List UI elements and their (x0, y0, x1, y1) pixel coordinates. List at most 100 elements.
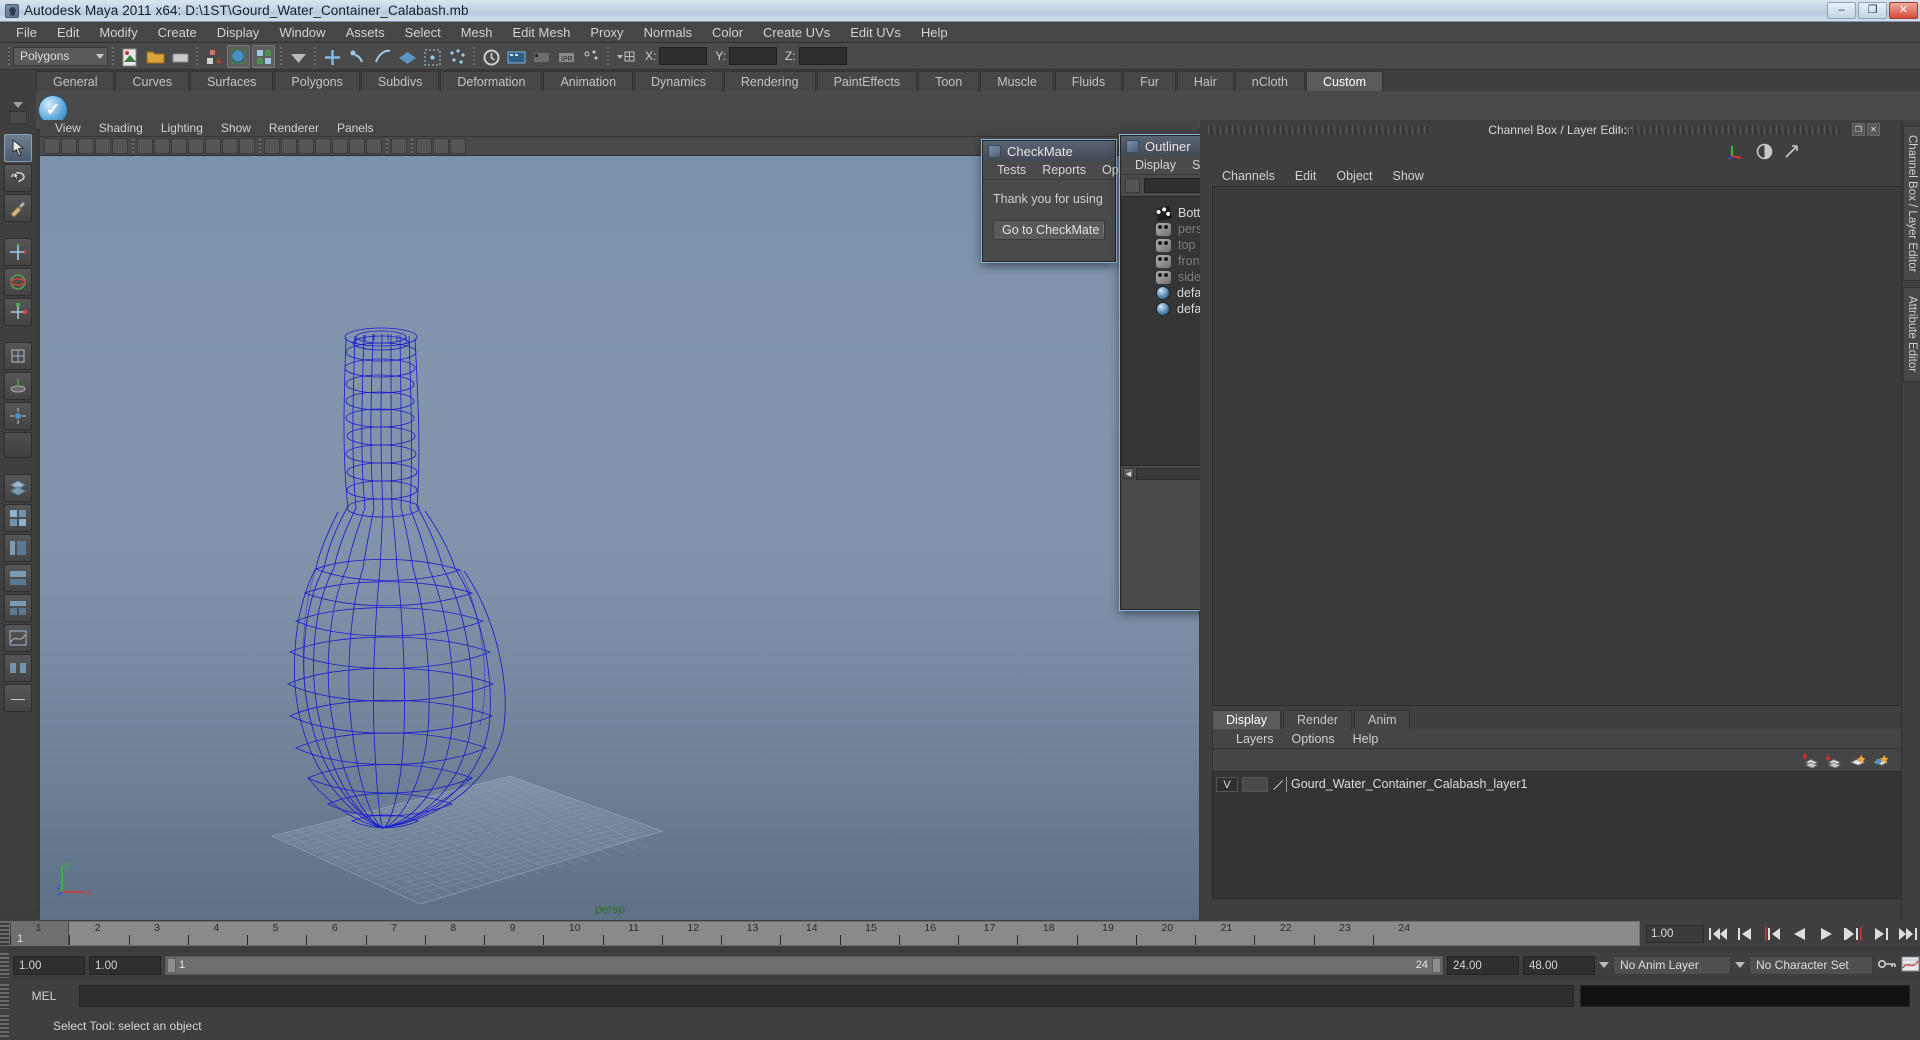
time-slider-grip[interactable] (0, 921, 9, 946)
hardware-texturing-icon[interactable] (332, 138, 348, 154)
shelf-tab-muscle[interactable]: Muscle (980, 71, 1054, 91)
exposure-control-icon[interactable] (450, 138, 466, 154)
arrow-diagonal-icon[interactable] (1783, 143, 1800, 160)
menu-item-mesh[interactable]: Mesh (451, 22, 503, 43)
viewport-menu-show[interactable]: Show (212, 120, 260, 137)
render-current-frame-icon[interactable] (529, 44, 552, 68)
menu-item-normals[interactable]: Normals (634, 22, 702, 43)
range-left-handle[interactable] (167, 957, 176, 973)
collapse-toolbox-icon[interactable]: — (4, 684, 32, 712)
character-set-dropdown-icon[interactable] (1735, 962, 1745, 968)
channel-box-menu-show[interactable]: Show (1383, 169, 1434, 183)
play-forwards-button[interactable] (1814, 924, 1839, 944)
bookmark-icon[interactable] (78, 138, 94, 154)
layer-editor-tab-display[interactable]: Display (1212, 710, 1281, 729)
xray-shading-icon[interactable] (416, 138, 432, 154)
minimize-button[interactable]: – (1827, 2, 1856, 19)
scale-tool-icon[interactable] (4, 298, 32, 326)
last-tool-used-slot[interactable] (4, 432, 32, 458)
construction-history-icon[interactable] (479, 44, 502, 68)
shelf-tab-subdivs[interactable]: Subdivs (360, 71, 440, 91)
text-overlay-icon[interactable] (239, 138, 255, 154)
viewport-menu-renderer[interactable]: Renderer (260, 120, 328, 137)
select-tool-icon[interactable] (4, 134, 32, 162)
shelf-tab-painteffects[interactable]: PaintEffects (816, 71, 918, 91)
lasso-tool-icon[interactable] (4, 164, 32, 192)
quick-layout-outliner-icon[interactable] (4, 534, 32, 562)
layer-editor-menu-help[interactable]: Help (1344, 732, 1388, 746)
layer-editor-tab-anim[interactable]: Anim (1354, 710, 1411, 729)
menu-item-color[interactable]: Color (702, 22, 753, 43)
shelf-tab-fluids[interactable]: Fluids (1054, 71, 1123, 91)
keyframe-camera-icon[interactable] (112, 138, 128, 154)
shelf-menu-icon[interactable] (13, 102, 23, 108)
move-layer-down-icon[interactable] (1826, 753, 1843, 768)
step-forward-key-button[interactable] (1868, 924, 1893, 944)
smooth-shade-selected-icon[interactable] (298, 138, 314, 154)
snap-to-point-icon[interactable] (370, 44, 393, 68)
character-set-selector[interactable]: No Character Set (1749, 955, 1873, 975)
move-layer-up-icon[interactable] (1803, 752, 1820, 768)
rotate-tool-icon[interactable] (4, 268, 32, 296)
shelf-tab-deformation[interactable]: Deformation (440, 71, 543, 91)
menuset-dropdown[interactable]: Polygons (13, 46, 108, 66)
quick-layout-relationship-icon[interactable] (4, 654, 32, 682)
shelf-tab-fur[interactable]: Fur (1123, 71, 1176, 91)
outliner-filter-icon[interactable] (1125, 178, 1140, 193)
menu-item-edit-mesh[interactable]: Edit Mesh (503, 22, 581, 43)
channel-box-panel[interactable] (1212, 186, 1912, 706)
soft-modification-tool-icon[interactable] (4, 372, 32, 400)
command-output-field[interactable] (1580, 985, 1910, 1007)
display-layer-list[interactable]: V Gourd_Water_Container_Calabash_layer1 (1212, 771, 1912, 899)
menu-item-select[interactable]: Select (395, 22, 451, 43)
animation-preferences-icon[interactable] (1901, 956, 1920, 975)
channel-box-menu-channels[interactable]: Channels (1212, 169, 1285, 183)
smooth-shade-all-icon[interactable] (281, 138, 297, 154)
menu-item-assets[interactable]: Assets (336, 22, 395, 43)
viewport-menu-lighting[interactable]: Lighting (152, 120, 212, 137)
show-hide-editor-icon[interactable] (613, 44, 636, 68)
scroll-left-icon[interactable]: ◀ (1123, 468, 1134, 479)
channel-box-menu-object[interactable]: Object (1326, 169, 1382, 183)
paint-selection-tool-icon[interactable] (4, 194, 32, 222)
menu-item-file[interactable]: File (6, 22, 47, 43)
display-layer-row[interactable]: V Gourd_Water_Container_Calabash_layer1 (1216, 775, 1908, 793)
save-scene-icon[interactable] (168, 44, 191, 68)
film-gate-icon[interactable] (171, 138, 187, 154)
layer-color-swatch[interactable] (1242, 776, 1268, 792)
snap-to-view-plane-icon[interactable] (395, 44, 418, 68)
shelf-tab-ncloth[interactable]: nCloth (1234, 71, 1305, 91)
animation-end-time-field[interactable]: 48.00 (1523, 955, 1595, 975)
select-camera-icon[interactable] (44, 138, 60, 154)
menu-item-edit[interactable]: Edit (47, 22, 89, 43)
undo-icon[interactable] (202, 44, 225, 68)
menu-item-modify[interactable]: Modify (89, 22, 147, 43)
lighting-all-icon[interactable] (366, 138, 382, 154)
layer-editor-tab-render[interactable]: Render (1283, 710, 1352, 729)
isolate-select-icon[interactable] (391, 138, 407, 154)
range-slider-track[interactable]: 1 24 (165, 955, 1443, 975)
wireframe-on-shaded-icon[interactable] (315, 138, 331, 154)
gate-mask-icon[interactable] (205, 138, 221, 154)
new-layer-icon[interactable] (1849, 753, 1866, 768)
play-backwards-button[interactable] (1787, 924, 1812, 944)
checkmate-menu-reports[interactable]: Reports (1034, 163, 1094, 177)
shelf-tab-hair[interactable]: Hair (1176, 71, 1234, 91)
vtab-channel-box-layer-editor[interactable]: Channel Box / Layer Editor (1903, 126, 1920, 282)
quick-layout-graph-editor-icon[interactable] (4, 624, 32, 652)
render-settings-icon[interactable] (579, 44, 602, 68)
checkmate-menu-tests[interactable]: Tests (989, 163, 1034, 177)
move-tool-icon[interactable] (4, 238, 32, 266)
coord-z-input[interactable] (798, 47, 847, 65)
universal-manipulator-icon[interactable] (4, 342, 32, 370)
current-time-field[interactable]: 1.00 (1646, 924, 1704, 943)
menu-item-help[interactable]: Help (911, 22, 958, 43)
new-layer-from-selected-icon[interactable] (1872, 753, 1889, 768)
dock-close-button[interactable]: ✕ (1867, 123, 1880, 136)
half-circle-icon[interactable] (1756, 143, 1773, 160)
viewport-menu-panels[interactable]: Panels (328, 120, 383, 137)
anim-layer-selector[interactable]: No Anim Layer (1613, 955, 1731, 975)
step-forward-frame-button[interactable] (1841, 924, 1866, 944)
shelf-tab-rendering[interactable]: Rendering (723, 71, 816, 91)
shelf-tab-animation[interactable]: Animation (543, 71, 634, 91)
